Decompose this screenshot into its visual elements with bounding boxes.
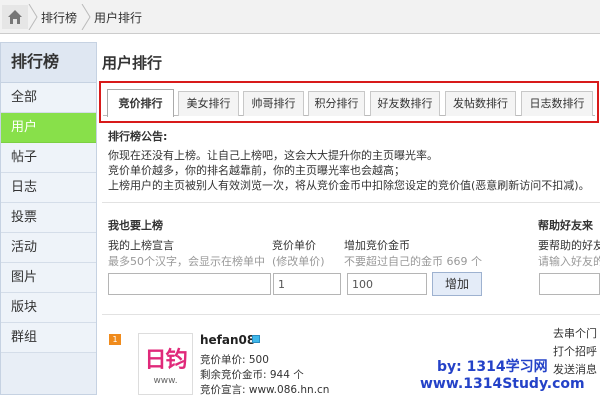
help-friend-title: 帮助好友来 <box>538 219 593 232</box>
notice-heading: 排行榜公告: <box>108 130 168 143</box>
rank-badge: 1 <box>109 334 121 345</box>
avatar-url-text: www. <box>153 376 178 386</box>
sidebar-item-pictures[interactable]: 图片 <box>1 263 96 293</box>
breadcrumb-item-user-ranking[interactable]: 用户排行 <box>94 9 142 26</box>
notice-line: 竞价单价越多，你的排名越靠前，你的主页曝光率也会越高； <box>108 164 405 177</box>
breadcrumb-item-ranking[interactable]: 排行榜 <box>41 9 77 26</box>
breadcrumb-separator-icon <box>81 4 91 30</box>
sidebar-title: 排行榜 <box>1 43 96 83</box>
username-link[interactable]: hefan08 <box>200 333 255 347</box>
avatar-logo-text: 日钧 <box>144 348 187 373</box>
divider <box>102 202 600 203</box>
sidebar: 排行榜 全部 用户 帖子 日志 投票 活动 图片 版块 群组 <box>0 42 97 395</box>
tab-blogs-ranking[interactable]: 日志数排行 <box>521 91 593 116</box>
tab-beauty-ranking[interactable]: 美女排行 <box>178 91 239 116</box>
coins-input[interactable] <box>347 273 427 295</box>
coins-label: 增加竞价金币 <box>344 239 410 252</box>
ranking-notice: 排行榜公告: 你现在还没有上榜。让自己上榜吧，这会大大提升你的主页曝光率。 竞价… <box>108 129 590 193</box>
avatar[interactable]: 日钧 www. <box>138 333 193 395</box>
price-input[interactable] <box>273 273 341 295</box>
form-section-title: 我也要上榜 <box>108 219 163 232</box>
watermark-line-2: www.1314Study.com <box>420 376 585 392</box>
price-label: 竞价单价 <box>272 239 316 252</box>
remaining-coins: 剩余竞价金币: 944 个 <box>200 369 304 381</box>
tab-bar: 竞价排行 美女排行 帅哥排行 积分排行 好友数排行 发帖数排行 日志数排行 <box>103 89 595 117</box>
greet-link[interactable]: 打个招呼 <box>553 343 597 359</box>
tab-friends-ranking[interactable]: 好友数排行 <box>370 91 440 116</box>
sidebar-item-forums[interactable]: 版块 <box>1 293 96 323</box>
sidebar-item-groups[interactable]: 群组 <box>1 323 96 353</box>
tab-bid-ranking[interactable]: 竞价排行 <box>107 89 174 117</box>
add-bid-button[interactable]: 增加 <box>432 272 482 296</box>
help-friend-hint: 请输入好友的 <box>538 255 600 268</box>
visit-link[interactable]: 去串个门 <box>553 325 597 341</box>
help-friend-input[interactable] <box>539 273 600 295</box>
watermark-line-1: by: 1314学习网 <box>437 359 548 375</box>
notice-line: 上榜用户的主页被别人有效浏览一次，将从竞价金币中扣除您设定的竞价值(恶意刷新访问… <box>108 179 590 192</box>
sidebar-item-blog[interactable]: 日志 <box>1 173 96 203</box>
sidebar-item-all[interactable]: 全部 <box>1 83 96 113</box>
online-status-icon <box>252 335 260 343</box>
declaration-hint: 最多50个汉字，会显示在榜单中 <box>108 255 265 268</box>
tab-points-ranking[interactable]: 积分排行 <box>308 91 365 116</box>
breadcrumb: 排行榜 用户排行 <box>0 0 600 34</box>
home-icon[interactable] <box>2 5 28 29</box>
sidebar-item-poll[interactable]: 投票 <box>1 203 96 233</box>
tabs-highlight-box: 竞价排行 美女排行 帅哥排行 积分排行 好友数排行 发帖数排行 日志数排行 <box>99 81 599 123</box>
sidebar-item-posts[interactable]: 帖子 <box>1 143 96 173</box>
declaration-label: 我的上榜宣言 <box>108 239 174 252</box>
help-friend-label: 要帮助的好友 <box>538 239 600 252</box>
price-hint: (修改单价) <box>272 255 325 268</box>
page-title: 用户排行 <box>102 54 163 72</box>
sidebar-item-user[interactable]: 用户 <box>1 113 96 143</box>
tab-posts-ranking[interactable]: 发帖数排行 <box>445 91 516 116</box>
coins-hint: 不要超过自己的金币 669 个 <box>344 255 482 268</box>
breadcrumb-separator-icon <box>28 4 38 30</box>
sidebar-item-activity[interactable]: 活动 <box>1 233 96 263</box>
bid-price: 竞价单价: 500 <box>200 354 269 366</box>
tab-handsome-ranking[interactable]: 帅哥排行 <box>243 91 304 116</box>
divider <box>102 314 600 315</box>
notice-line: 你现在还没有上榜。让自己上榜吧，这会大大提升你的主页曝光率。 <box>108 149 438 162</box>
declaration-input[interactable] <box>108 273 271 295</box>
message-link[interactable]: 发送消息 <box>553 361 597 377</box>
